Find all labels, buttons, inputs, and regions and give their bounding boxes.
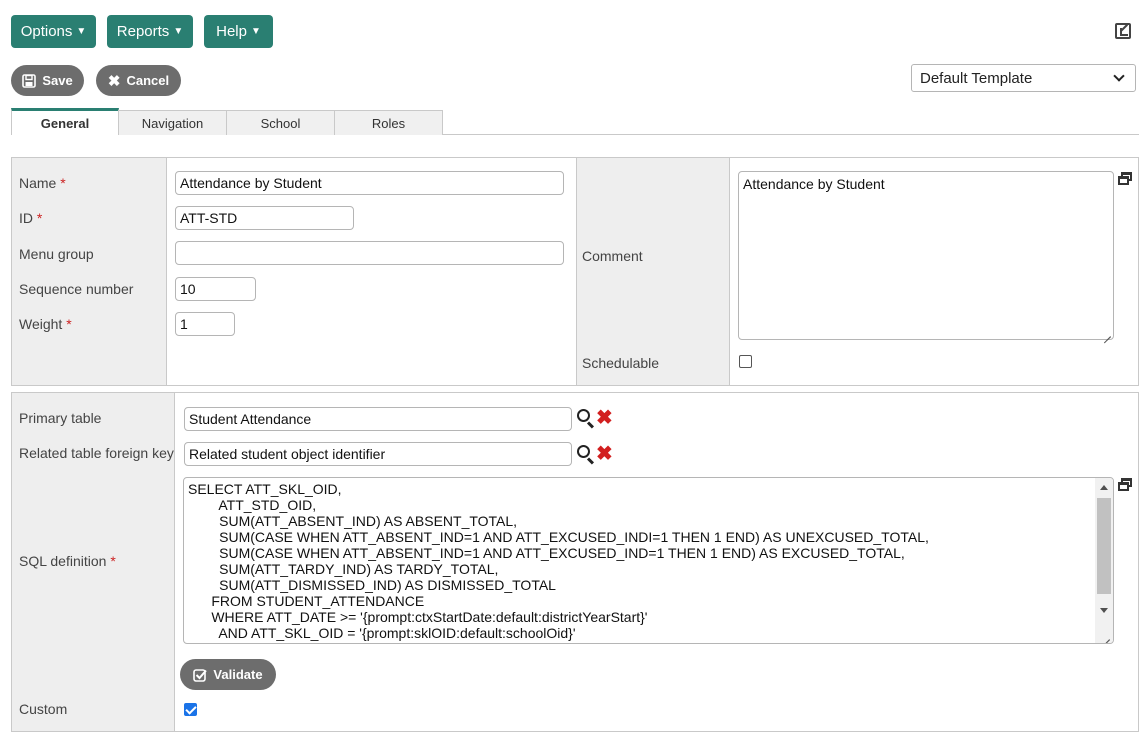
help-menu-button[interactable]: Help ▼ <box>204 15 273 48</box>
comment-label: Comment <box>582 248 643 264</box>
general-panel: Name * Attendance by Student ID * ATT-ST… <box>11 157 1139 386</box>
menu-group-label: Menu group <box>19 246 94 262</box>
sql-definition-textarea[interactable]: SELECT ATT_SKL_OID, ATT_STD_OID, SUM(ATT… <box>183 477 1114 644</box>
search-icon[interactable] <box>577 445 595 465</box>
id-input-value: ATT-STD <box>180 210 238 226</box>
floppy-disk-icon <box>22 73 37 88</box>
tab-navigation[interactable]: Navigation <box>118 110 227 135</box>
delete-icon[interactable]: ✖ <box>596 444 613 464</box>
check-square-icon <box>193 668 208 682</box>
primary-table-label: Primary table <box>19 410 102 426</box>
options-menu-label: Options <box>20 23 73 40</box>
caret-down-icon: ▼ <box>250 26 261 37</box>
validate-button[interactable]: Validate <box>180 659 276 690</box>
comment-label-column <box>576 158 729 385</box>
reports-menu-button[interactable]: Reports ▼ <box>107 15 193 48</box>
scroll-down-icon[interactable] <box>1100 608 1108 613</box>
custom-label: Custom <box>19 701 68 717</box>
related-fk-label: Related table foreign key <box>19 445 174 461</box>
sql-definition-label-text: SQL definition <box>19 553 107 569</box>
delete-icon[interactable]: ✖ <box>596 408 613 428</box>
weight-label-text: Weight <box>19 316 63 332</box>
save-button[interactable]: Save <box>11 65 84 96</box>
comment-textarea[interactable]: Attendance by Student <box>738 171 1114 340</box>
resize-handle-icon[interactable] <box>1101 327 1111 337</box>
cancel-button-label: Cancel <box>126 73 170 88</box>
required-mark: * <box>66 316 72 332</box>
tab-school[interactable]: School <box>226 110 335 135</box>
template-select-value: Default Template <box>920 69 1033 87</box>
sequence-number-value: 10 <box>180 281 196 297</box>
template-select[interactable]: Default Template <box>911 64 1136 92</box>
expand-window-icon[interactable] <box>1118 172 1132 185</box>
weight-input-value: 1 <box>180 316 188 332</box>
sql-scrollbar[interactable] <box>1095 478 1113 643</box>
sql-definition-value: SELECT ATT_SKL_OID, ATT_STD_OID, SUM(ATT… <box>188 481 929 643</box>
name-input[interactable]: Attendance by Student <box>175 171 564 195</box>
menu-group-input[interactable] <box>175 241 564 265</box>
popout-icon[interactable] <box>1115 23 1131 39</box>
weight-input[interactable]: 1 <box>175 312 235 336</box>
name-label-text: Name <box>19 175 57 191</box>
search-icon[interactable] <box>577 409 595 429</box>
tab-roles-label: Roles <box>371 115 406 131</box>
tab-general-label: General <box>40 115 90 131</box>
options-menu-button[interactable]: Options ▼ <box>11 15 96 48</box>
name-label: Name * <box>19 175 66 191</box>
caret-down-icon: ▼ <box>76 26 87 37</box>
scroll-thumb[interactable] <box>1097 498 1111 594</box>
schedulable-checkbox[interactable] <box>739 355 752 368</box>
chevron-down-icon <box>1113 70 1125 82</box>
sequence-number-input[interactable]: 10 <box>175 277 256 301</box>
related-fk-input[interactable]: Related student object identifier <box>184 442 572 466</box>
id-label: ID * <box>19 210 42 226</box>
required-mark: * <box>60 175 66 191</box>
tab-general[interactable]: General <box>11 108 119 135</box>
primary-table-input[interactable]: Student Attendance <box>184 407 572 431</box>
resize-handle-icon[interactable] <box>1100 630 1110 640</box>
tab-school-label: School <box>260 115 301 131</box>
expand-window-icon[interactable] <box>1118 478 1132 491</box>
id-input[interactable]: ATT-STD <box>175 206 354 230</box>
custom-checkbox[interactable] <box>184 703 197 716</box>
required-mark: * <box>36 210 43 226</box>
validate-button-label: Validate <box>213 667 263 682</box>
general-label-column <box>12 158 166 385</box>
tab-roles[interactable]: Roles <box>334 110 443 135</box>
caret-down-icon: ▼ <box>173 26 184 37</box>
close-icon: ✖ <box>107 72 121 90</box>
name-input-value: Attendance by Student <box>180 175 322 191</box>
sql-definition-label: SQL definition * <box>19 553 116 569</box>
help-menu-label: Help <box>216 23 247 40</box>
comment-textarea-value: Attendance by Student <box>743 176 885 192</box>
tab-navigation-label: Navigation <box>141 115 204 131</box>
schedulable-label: Schedulable <box>582 355 660 371</box>
scroll-up-icon[interactable] <box>1100 485 1108 490</box>
related-fk-value: Related student object identifier <box>189 446 386 462</box>
weight-label: Weight * <box>19 316 72 332</box>
sequence-number-label: Sequence number <box>19 281 134 297</box>
required-mark: * <box>110 553 116 569</box>
save-button-label: Save <box>42 73 73 88</box>
id-label-text: ID <box>19 210 33 226</box>
reports-menu-label: Reports <box>116 23 170 40</box>
primary-table-value: Student Attendance <box>189 411 312 427</box>
cancel-button[interactable]: ✖ Cancel <box>96 65 181 96</box>
